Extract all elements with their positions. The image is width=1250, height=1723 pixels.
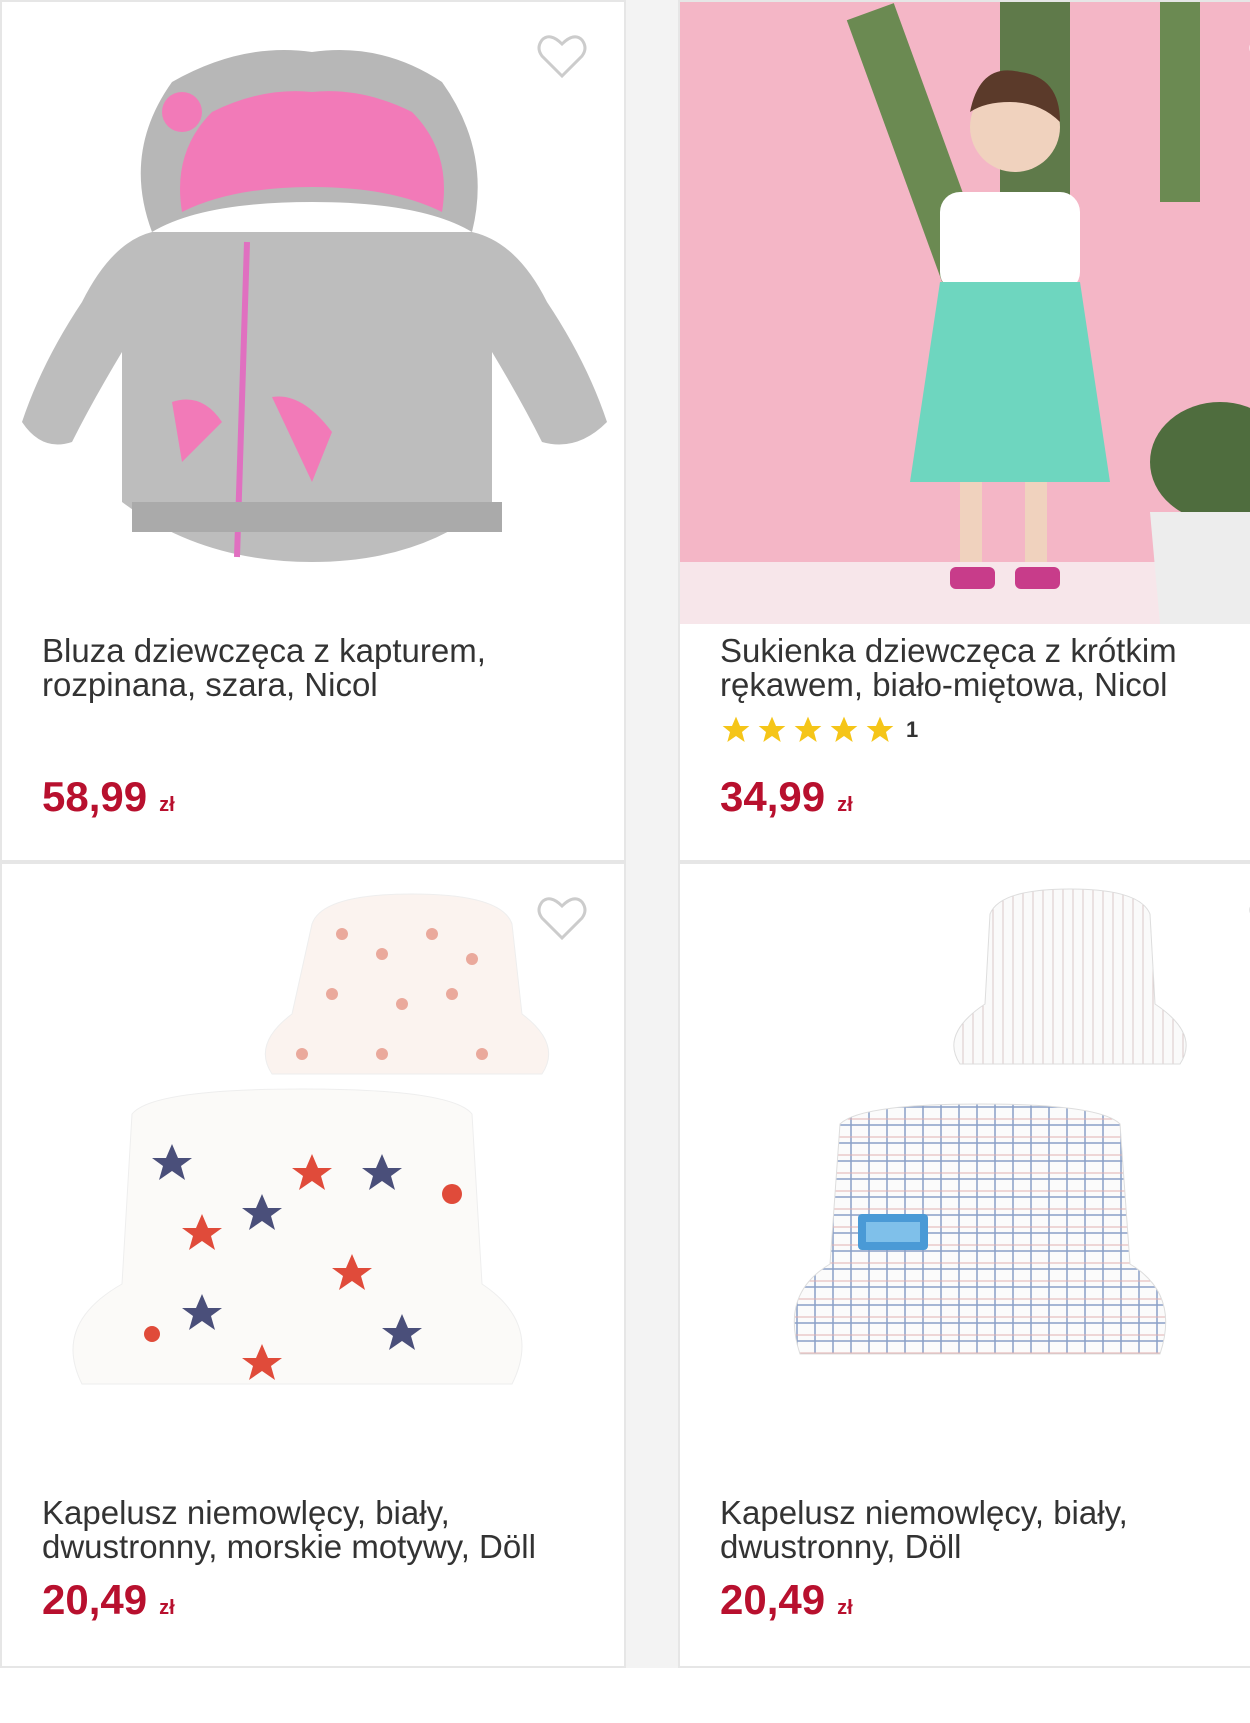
rating-count: 1 bbox=[906, 717, 919, 742]
favorite-heart-icon[interactable] bbox=[536, 894, 588, 942]
rating-stars: 1 bbox=[720, 714, 918, 746]
product-price: 34,99 zł bbox=[720, 773, 853, 820]
product-title[interactable]: Kapelusz niemowlęcy, biały, dwustronny, … bbox=[42, 1496, 594, 1564]
star-icon bbox=[866, 716, 894, 742]
star-icon bbox=[830, 716, 858, 742]
product-card[interactable]: Kapelusz niemowlęcy, biały, dwustronny, … bbox=[678, 862, 1250, 1668]
product-card[interactable]: Sukienka dziewczęca z krótkim rękawem, b… bbox=[678, 0, 1250, 862]
product-card[interactable]: Kapelusz niemowlęcy, biały, dwustronny, … bbox=[0, 862, 626, 1668]
product-price: 58,99 zł bbox=[42, 773, 175, 820]
product-price: 20,49 zł bbox=[42, 1576, 175, 1623]
product-title[interactable]: Bluza dziewczęca z kapturem, rozpinana, … bbox=[42, 634, 594, 702]
product-title[interactable]: Kapelusz niemowlęcy, biały, dwustronny, … bbox=[720, 1496, 1246, 1564]
bottom-area bbox=[0, 1668, 1250, 1723]
product-grid: Bluza dziewczęca z kapturem, rozpinana, … bbox=[0, 0, 1250, 1723]
product-image-dress[interactable] bbox=[680, 2, 1250, 624]
product-image-hat-checked[interactable] bbox=[680, 864, 1250, 1454]
product-image-hoodie[interactable] bbox=[2, 2, 624, 622]
star-icon bbox=[758, 716, 786, 742]
product-title[interactable]: Sukienka dziewczęca z krótkim rękawem, b… bbox=[720, 634, 1246, 702]
star-icon bbox=[722, 716, 750, 742]
product-card[interactable]: Bluza dziewczęca z kapturem, rozpinana, … bbox=[0, 0, 626, 862]
product-price: 20,49 zł bbox=[720, 1576, 853, 1623]
star-icon bbox=[794, 716, 822, 742]
product-image-hat-sea[interactable] bbox=[2, 864, 624, 1454]
favorite-heart-icon[interactable] bbox=[536, 32, 588, 80]
